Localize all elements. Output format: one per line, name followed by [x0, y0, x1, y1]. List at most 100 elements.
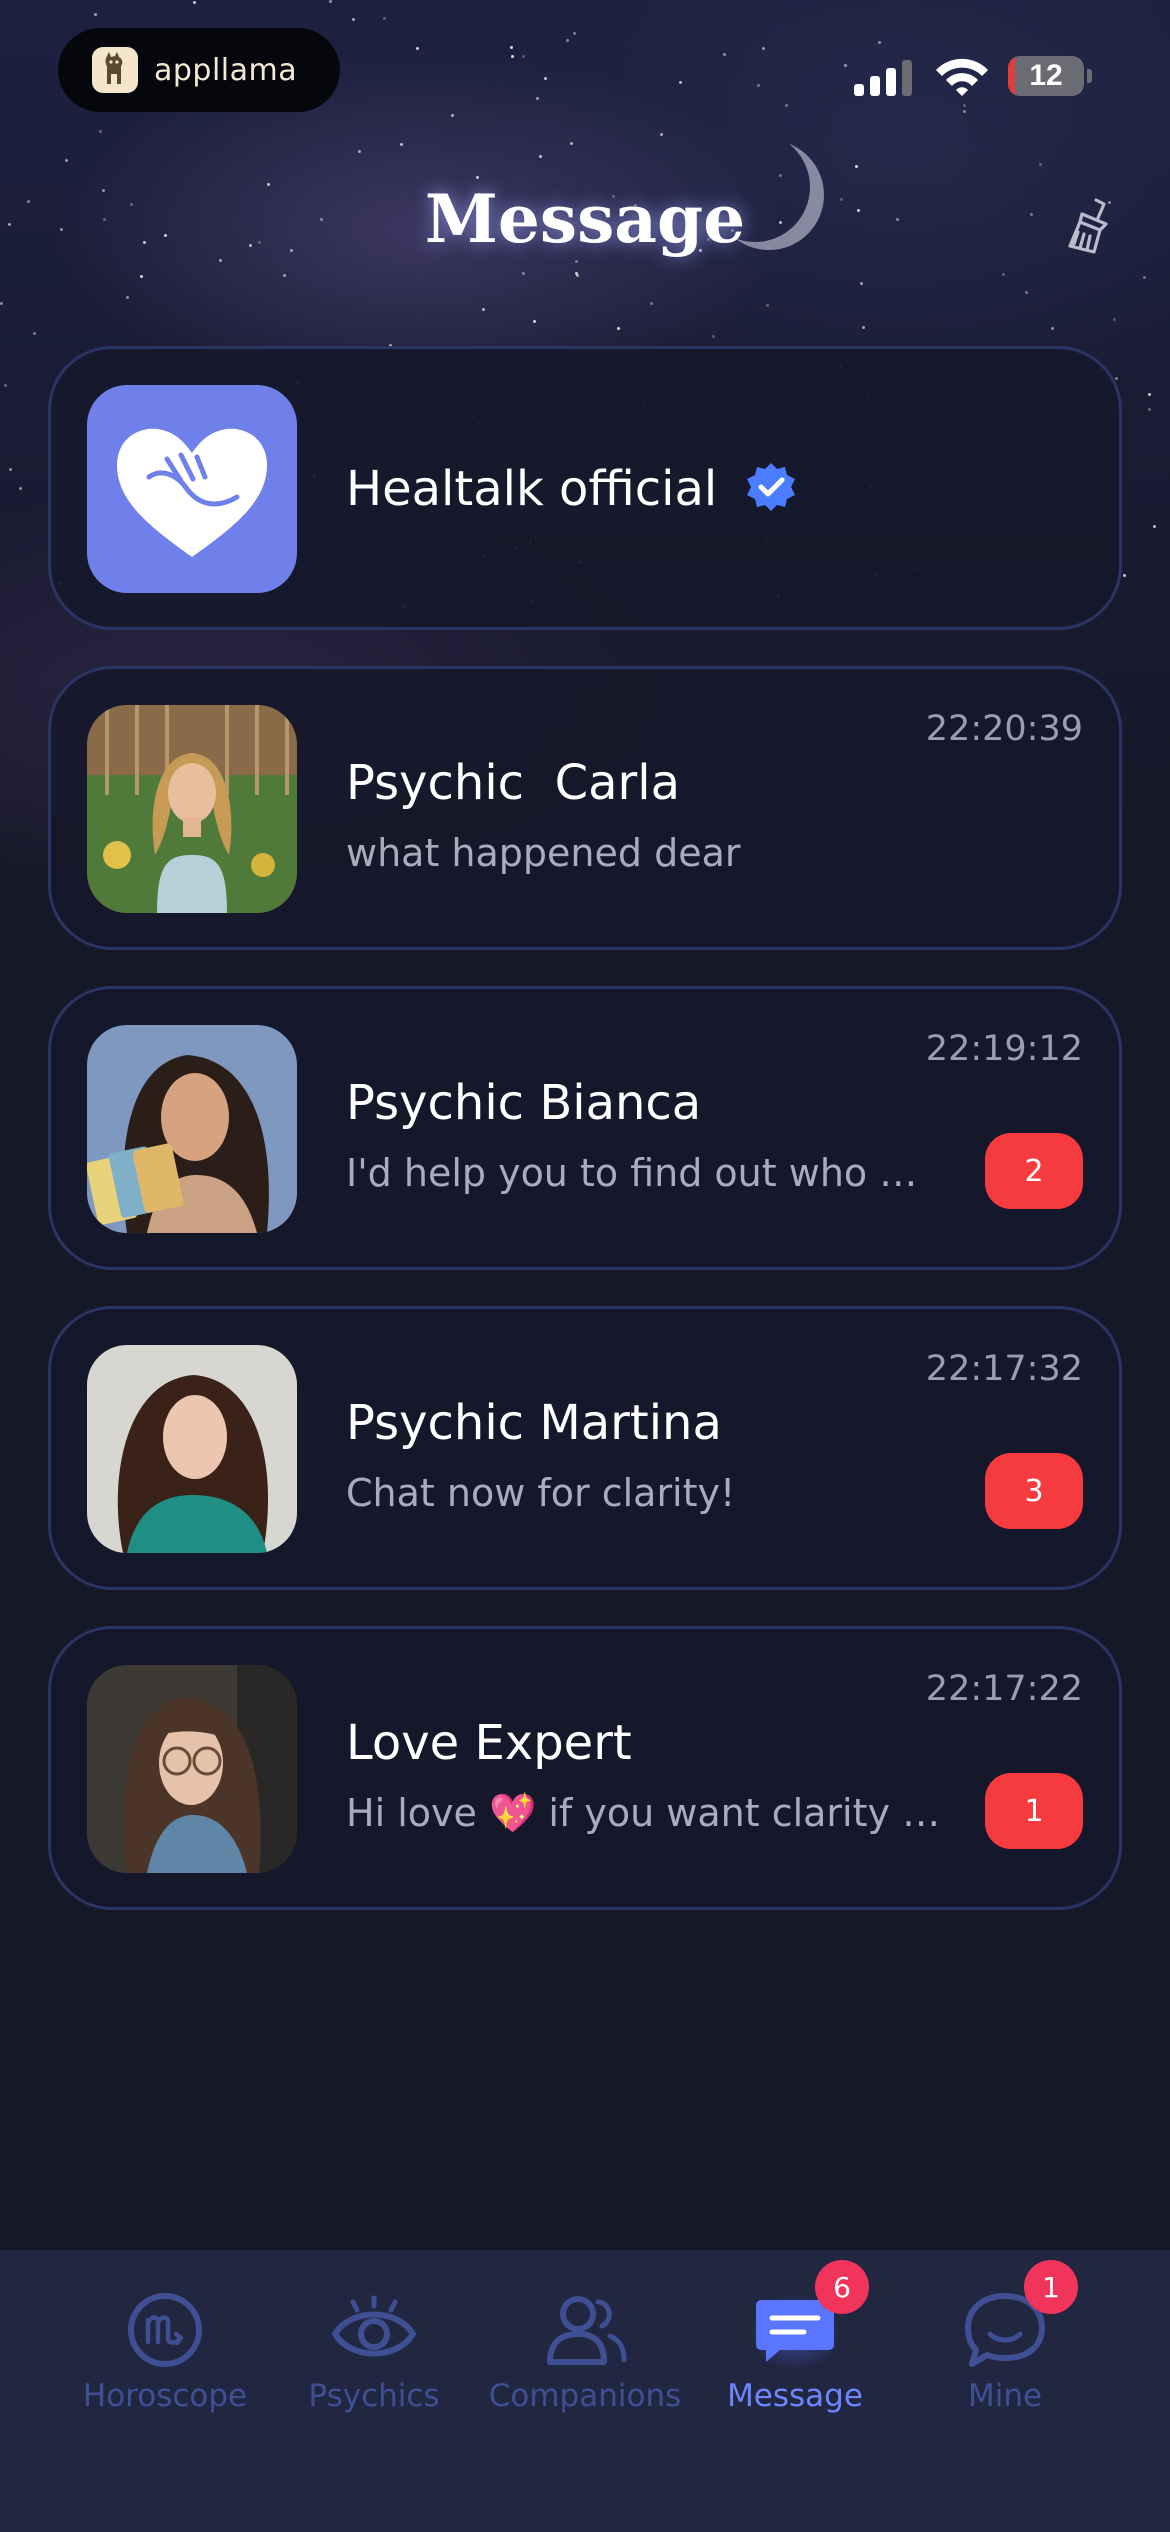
star [329, 0, 332, 3]
conversation-card-love-expert[interactable]: 22:17:22 Love Expert Hi love 💖 if you wa… [48, 1626, 1122, 1910]
star [219, 259, 222, 262]
star [570, 142, 573, 145]
tab-label: Mine [967, 2378, 1043, 2414]
star [451, 114, 454, 117]
avatar [87, 385, 297, 593]
star [511, 55, 514, 58]
star [573, 32, 576, 35]
conversation-card-psychic-carla[interactable]: 22:20:39 Psychic Carla what happened dea… [48, 666, 1122, 950]
avatar [87, 705, 297, 913]
tab-horoscope[interactable]: Horoscope [55, 2250, 275, 2450]
tab-unread-badge: 6 [815, 2260, 869, 2314]
appllama-label: appllama [154, 52, 298, 88]
wifi-icon [936, 58, 988, 96]
star [862, 326, 865, 329]
message-time: 22:17:22 [925, 1669, 1083, 1709]
tab-label: Message [727, 2378, 863, 2414]
message-preview: what happened dear [346, 831, 741, 875]
verified-badge-icon [747, 463, 795, 511]
star [1051, 327, 1054, 330]
star [1153, 525, 1156, 528]
tab-message[interactable]: Message 6 [685, 2250, 905, 2450]
conversation-card-psychic-martina[interactable]: 22:17:32 Psychic Martina Chat now for cl… [48, 1306, 1122, 1590]
message-time: 22:20:39 [925, 709, 1083, 749]
battery-cap [1087, 69, 1092, 83]
star [679, 81, 682, 84]
star [855, 165, 858, 168]
battery-level-text: 12 [1029, 59, 1063, 92]
tab-mine[interactable]: Mine 1 [895, 2250, 1115, 2450]
avatar [87, 1025, 297, 1233]
eye-icon [331, 2295, 417, 2357]
battery-indicator: 12 [1008, 56, 1084, 96]
conversation-card-healtalk-official[interactable]: Healtalk official [48, 346, 1122, 630]
star [762, 47, 765, 50]
appllama-pill[interactable]: appllama [58, 28, 340, 112]
star [1148, 393, 1151, 396]
tab-psychics[interactable]: Psychics [264, 2250, 484, 2450]
star [539, 155, 542, 158]
star [9, 468, 12, 471]
scorpio-icon [128, 2293, 202, 2367]
tab-unread-badge: 1 [1024, 2260, 1078, 2314]
star [766, 304, 769, 307]
message-preview: Hi love 💖 if you want clarity about your… [346, 1791, 946, 1835]
star [566, 39, 569, 42]
star [1025, 291, 1028, 294]
star [1123, 574, 1126, 577]
cellular-signal-icon [854, 58, 914, 96]
star [400, 143, 403, 146]
star [536, 97, 539, 100]
broom-icon[interactable] [1060, 196, 1120, 256]
star [660, 133, 663, 136]
star [533, 320, 536, 323]
star [522, 55, 525, 58]
unread-badge: 2 [985, 1133, 1083, 1209]
star [193, 1, 196, 4]
heart-hands-logo-icon [117, 428, 267, 557]
star [19, 487, 22, 490]
contact-name: Psychic Carla [346, 755, 680, 811]
star [544, 77, 547, 80]
star [712, 335, 715, 338]
star [4, 384, 7, 387]
star [510, 46, 513, 49]
star [0, 302, 3, 305]
avatar [87, 1345, 297, 1553]
star [1113, 318, 1116, 321]
contact-name: Psychic Bianca [346, 1075, 702, 1131]
star [963, 104, 966, 107]
star [617, 327, 620, 330]
star [650, 302, 653, 305]
tab-label: Horoscope [82, 2378, 248, 2414]
star [1039, 163, 1042, 166]
llama-logo-icon [92, 47, 138, 93]
star [283, 274, 286, 277]
star [963, 110, 966, 113]
star [33, 332, 36, 335]
star [352, 18, 355, 21]
tab-label: Psychics [308, 2378, 440, 2414]
star [140, 275, 143, 278]
message-time: 22:19:12 [925, 1029, 1083, 1069]
star [723, 53, 726, 56]
star [844, 64, 847, 67]
star [1002, 273, 1005, 276]
tab-companions[interactable]: Companions [475, 2250, 695, 2450]
star [757, 84, 760, 87]
star [860, 282, 863, 285]
contact-name: Healtalk official [346, 461, 718, 517]
star [99, 130, 102, 133]
star [575, 260, 578, 263]
page-title: Message [424, 180, 746, 258]
star [576, 274, 579, 277]
star [1115, 377, 1118, 380]
star [126, 296, 129, 299]
message-preview: I'd help you to find out who will be wit… [346, 1151, 946, 1195]
star [785, 104, 788, 107]
conversation-card-psychic-bianca[interactable]: 22:19:12 Psychic Bianca I'd help you to … [48, 986, 1122, 1270]
star [1148, 408, 1151, 411]
star [878, 41, 881, 44]
star [65, 159, 68, 162]
unread-badge: 3 [985, 1453, 1083, 1529]
